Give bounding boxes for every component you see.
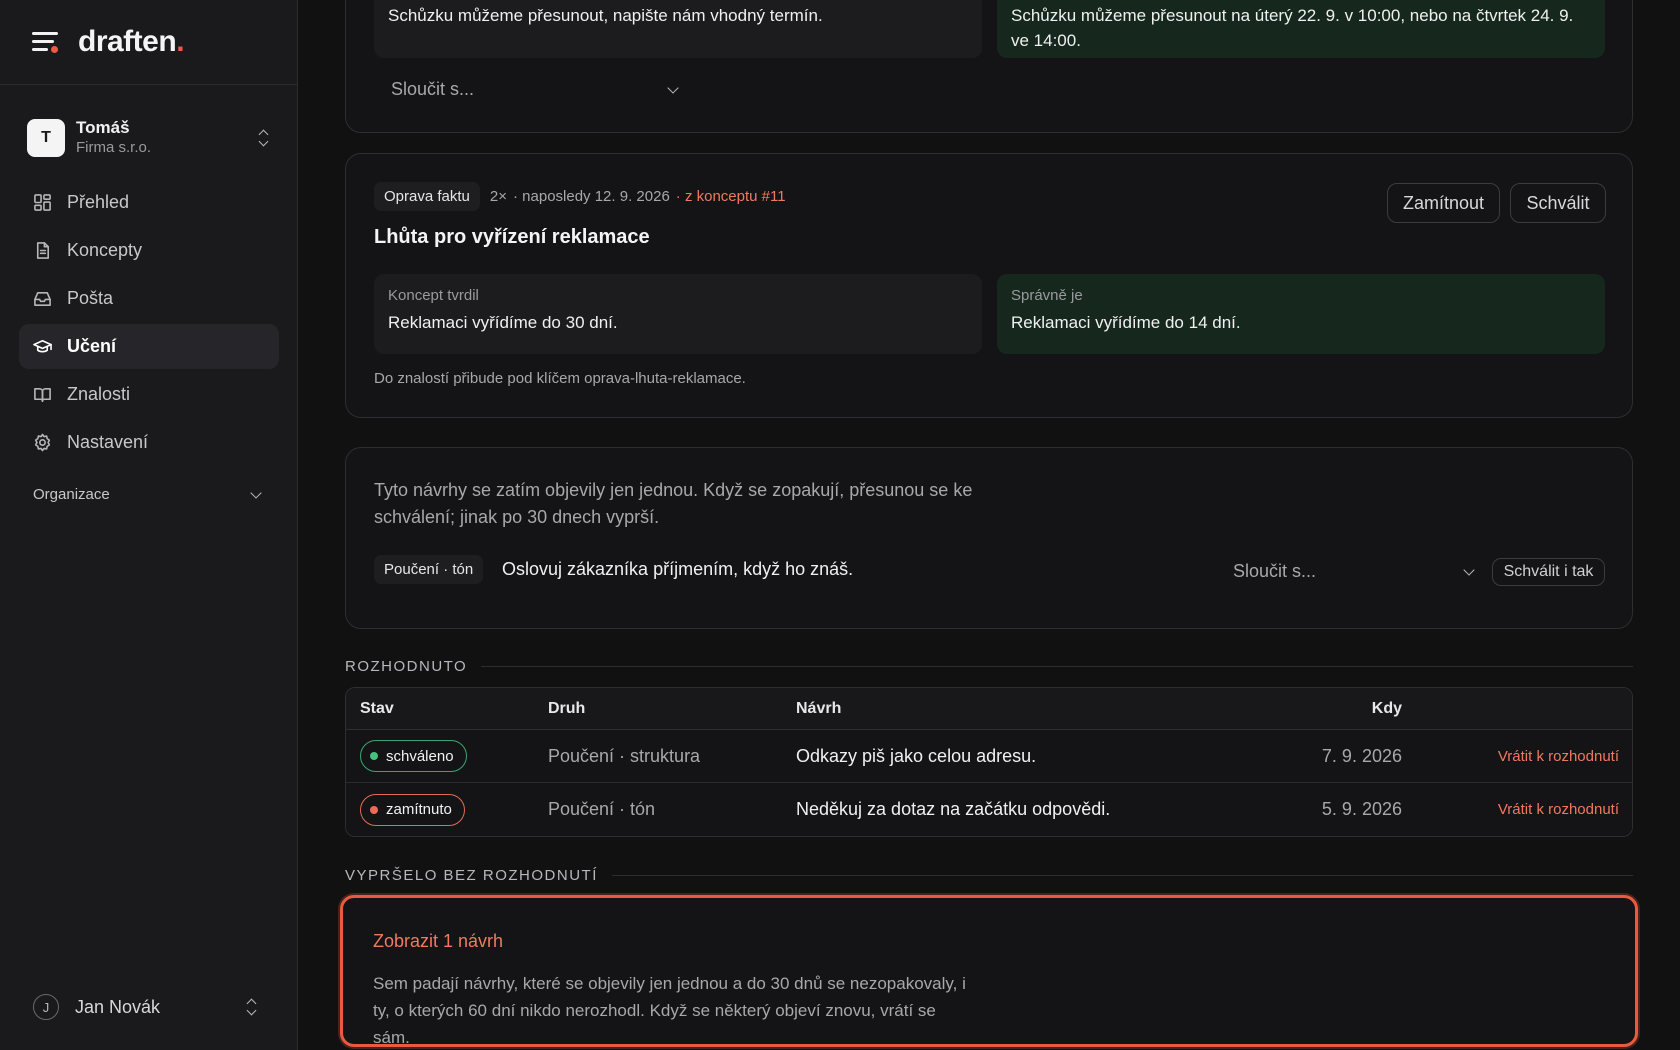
inbox-icon bbox=[33, 289, 52, 308]
chevron-down-icon bbox=[667, 81, 679, 94]
chevron-up-down-icon bbox=[257, 129, 271, 147]
expired-proposals-card[interactable]: Zobrazit 1 návrh Sem padají návrhy, kter… bbox=[340, 895, 1638, 1047]
sidebar: draften. T Tomáš Firma s.r.o. Přehled Ko… bbox=[0, 0, 298, 1050]
account-org: Firma s.r.o. bbox=[76, 139, 152, 156]
account-avatar: T bbox=[27, 119, 65, 157]
show-expired-link[interactable]: Zobrazit 1 návrh bbox=[373, 931, 503, 952]
status-cell: schváleno bbox=[360, 740, 467, 772]
proposal-card-fact: Oprava faktu 2× · naposledy 12. 9. 2026 … bbox=[345, 153, 1633, 418]
draft-claim-box: Koncept tvrdil Reklamaci vyřídíme do 30 … bbox=[374, 274, 982, 354]
kind-chip: Poučení · tón bbox=[374, 555, 484, 584]
merge-select-label: Sloučit s... bbox=[1233, 561, 1317, 581]
revert-decision-link[interactable]: Vrátit k rozhodnutí bbox=[1498, 801, 1619, 818]
nav-label: Učení bbox=[67, 336, 117, 356]
book-icon bbox=[33, 385, 52, 404]
proposal-text: Oslovuj zákazníka příjmením, když ho zná… bbox=[502, 559, 854, 579]
nav-item-uceni[interactable]: Učení bbox=[19, 324, 279, 369]
column-kind: Druh bbox=[548, 699, 586, 717]
proposal-cell: Neděkuj za dotaz na začátku odpovědi. bbox=[796, 799, 1111, 819]
account-name: Tomáš bbox=[76, 118, 130, 137]
source-draft-link[interactable]: · z konceptu #11 bbox=[676, 188, 786, 205]
pending-intro: Tyto návrhy se zatím objevily jen jednou… bbox=[374, 480, 973, 527]
table-header: Stav Druh Návrh Kdy bbox=[346, 688, 1632, 730]
chevron-up-down-icon bbox=[245, 998, 259, 1016]
approve-anyway-button[interactable]: Schválit i tak bbox=[1492, 558, 1605, 586]
nav-label: Znalosti bbox=[67, 384, 131, 404]
main-content: Schůzku můžeme přesunout, napište nám vh… bbox=[340, 0, 1638, 1050]
user-name: Jan Novák bbox=[75, 996, 161, 1017]
chevron-down-icon bbox=[250, 486, 262, 499]
status-text: zamítnuto bbox=[386, 801, 452, 818]
draft-claim-text: Reklamaci vyřídíme do 30 dní. bbox=[388, 313, 618, 332]
correct-box: Správně je Reklamaci vyřídíme do 14 dní. bbox=[997, 274, 1605, 354]
nav-label: Nastavení bbox=[67, 432, 149, 452]
correct-box: Schůzku můžeme přesunout na úterý 22. 9.… bbox=[997, 0, 1605, 58]
occurrence-count: 2× bbox=[489, 188, 507, 205]
main-nav: Přehled Koncepty Pošta Učení Znalosti Na… bbox=[19, 180, 279, 468]
graduation-cap-icon bbox=[33, 337, 52, 356]
table-row: schváleno Poučení · struktura Odkazy piš… bbox=[346, 730, 1632, 783]
nav-label: Pošta bbox=[67, 288, 114, 308]
user-avatar: J bbox=[33, 994, 59, 1020]
correct-text: Schůzku můžeme přesunout na úterý 22. 9.… bbox=[1011, 6, 1574, 50]
brand: draften. bbox=[0, 0, 297, 85]
kind-cell: Poučení · tón bbox=[548, 799, 656, 819]
nav-item-znalosti[interactable]: Znalosti bbox=[19, 372, 279, 417]
merge-select[interactable]: Sloučit s... bbox=[391, 79, 679, 100]
account-switcher[interactable]: T Tomáš Firma s.r.o. bbox=[27, 117, 277, 159]
nav-label: Přehled bbox=[67, 192, 130, 212]
chevron-down-icon bbox=[1463, 563, 1475, 576]
merge-select[interactable]: Sloučit s... bbox=[1233, 561, 1475, 582]
brand-logo[interactable]: draften. bbox=[78, 25, 185, 59]
decided-section-label: ROZHODNUTO bbox=[345, 658, 1633, 675]
status-text: schváleno bbox=[386, 747, 454, 765]
pending-proposals-card: Tyto návrhy se zatím objevily jen jednou… bbox=[345, 447, 1633, 629]
dashboard-icon bbox=[33, 193, 52, 212]
proposal-meta: Oprava faktu 2× · naposledy 12. 9. 2026 … bbox=[374, 182, 786, 211]
correct-label: Správně je bbox=[1011, 287, 1083, 304]
kind-cell: Poučení · struktura bbox=[548, 745, 701, 766]
nav-item-posta[interactable]: Pošta bbox=[19, 276, 279, 321]
correct-text: Reklamaci vyřídíme do 14 dní. bbox=[1011, 313, 1241, 332]
proposal-cell: Odkazy piš jako celou adresu. bbox=[796, 745, 1037, 766]
expired-section-label: VYPRŠELO BEZ ROZHODNUTÍ bbox=[345, 867, 1633, 884]
section-title: VYPRŠELO BEZ ROZHODNUTÍ bbox=[345, 867, 598, 884]
section-title: ROZHODNUTO bbox=[345, 658, 468, 675]
kind-chip: Oprava faktu bbox=[374, 182, 480, 211]
table-row: zamítnuto Poučení · tón Neděkuj za dotaz… bbox=[346, 783, 1632, 836]
gear-icon bbox=[33, 433, 52, 452]
column-proposal: Návrh bbox=[796, 699, 842, 717]
menu-icon[interactable] bbox=[32, 31, 58, 53]
draft-claim-box: Schůzku můžeme přesunout, napište nám vh… bbox=[374, 0, 982, 58]
knowledge-note: Do znalostí přibude pod klíčem oprava-lh… bbox=[374, 370, 746, 387]
approve-button[interactable]: Schválit bbox=[1510, 183, 1606, 223]
nav-item-prehled[interactable]: Přehled bbox=[19, 180, 279, 225]
reject-button[interactable]: Zamítnout bbox=[1387, 183, 1500, 223]
decided-table: Stav Druh Návrh Kdy schváleno Poučení · … bbox=[345, 687, 1633, 837]
nav-label: Koncepty bbox=[67, 240, 143, 260]
last-seen: · naposledy 12. 9. 2026 bbox=[513, 188, 670, 205]
user-menu[interactable]: J Jan Novák bbox=[33, 994, 265, 1020]
revert-decision-link[interactable]: Vrátit k rozhodnutí bbox=[1498, 748, 1619, 765]
draft-claim-label: Koncept tvrdil bbox=[388, 287, 479, 304]
proposal-card-meeting: Schůzku můžeme přesunout, napište nám vh… bbox=[345, 0, 1633, 133]
column-status: Stav bbox=[360, 699, 394, 717]
proposal-title: Lhůta pro vyřízení reklamace bbox=[374, 226, 650, 248]
date-cell: 7. 9. 2026 bbox=[1321, 745, 1402, 766]
nav-item-nastaveni[interactable]: Nastavení bbox=[19, 420, 279, 465]
expired-description: Sem padají návrhy, které se objevily jen… bbox=[373, 974, 966, 1047]
date-cell: 5. 9. 2026 bbox=[1321, 799, 1402, 819]
organization-label: Organizace bbox=[33, 486, 110, 503]
document-icon bbox=[33, 241, 52, 260]
column-when: Kdy bbox=[1371, 699, 1402, 717]
merge-select-label: Sloučit s... bbox=[391, 79, 475, 99]
draft-claim-text: Schůzku můžeme přesunout, napište nám vh… bbox=[388, 6, 823, 25]
status-badge: schváleno bbox=[360, 740, 467, 772]
organization-toggle[interactable]: Organizace bbox=[33, 486, 265, 503]
status-cell: zamítnuto bbox=[360, 793, 465, 826]
status-badge: zamítnuto bbox=[360, 793, 465, 826]
nav-item-koncepty[interactable]: Koncepty bbox=[19, 228, 279, 273]
